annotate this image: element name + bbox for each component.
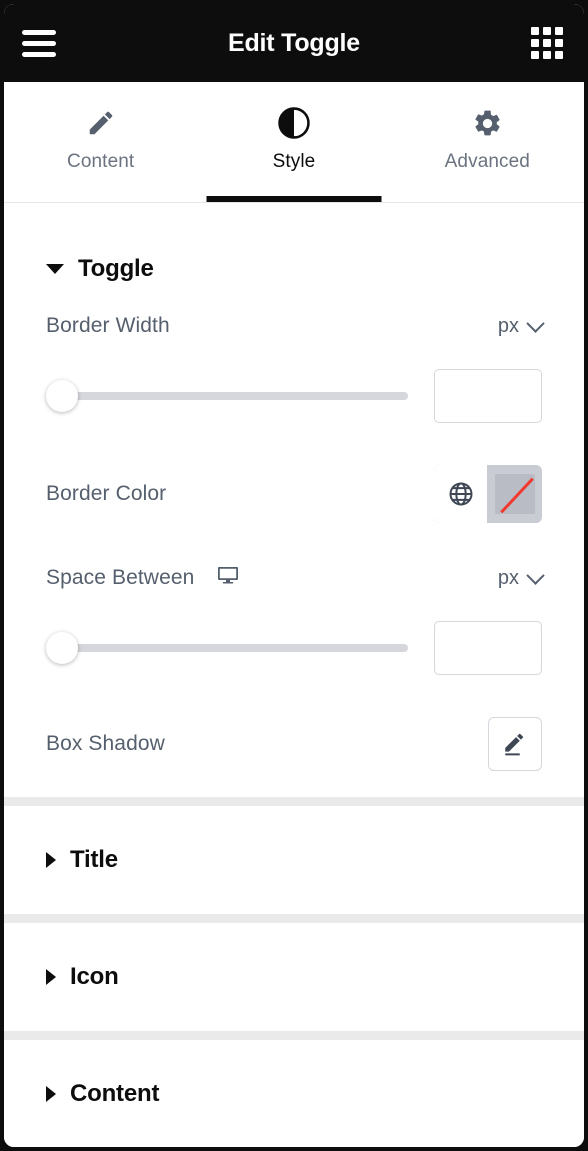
control-space-between: Space Between px [4, 561, 584, 675]
slider-handle[interactable] [46, 632, 78, 664]
tab-advanced[interactable]: Advanced [391, 82, 584, 202]
space-between-slider[interactable] [46, 632, 408, 664]
caret-right-icon [46, 1086, 56, 1102]
section-title-header[interactable]: Title [4, 806, 584, 914]
section-icon-header[interactable]: Icon [4, 923, 584, 1031]
section-title: Title [4, 806, 584, 914]
hamburger-menu-icon[interactable] [18, 23, 62, 63]
panel-body: Toggle Border Width px Border Color Spac… [4, 203, 584, 1147]
desktop-monitor-icon[interactable] [216, 564, 240, 593]
slider-handle[interactable] [46, 380, 78, 412]
no-color-swatch[interactable] [487, 465, 542, 523]
space-between-unit-select[interactable]: px [497, 565, 545, 590]
section-content: Content [4, 1040, 584, 1147]
section-content-header[interactable]: Content [4, 1040, 584, 1147]
section-title-label: Title [70, 846, 118, 873]
tab-content-label: Content [67, 151, 135, 172]
control-border-width: Border Width px [4, 309, 584, 423]
section-icon: Icon [4, 923, 584, 1031]
space-between-label: Space Between [46, 566, 195, 589]
slider-track [46, 644, 408, 652]
section-toggle: Toggle Border Width px Border Color Spac… [4, 203, 584, 797]
section-divider [4, 914, 584, 923]
tab-style[interactable]: Style [197, 82, 390, 202]
box-shadow-edit-button[interactable] [488, 717, 542, 771]
border-width-unit-value: px [497, 314, 519, 337]
border-width-unit-select[interactable]: px [497, 313, 545, 338]
chevron-down-icon [526, 313, 545, 333]
section-toggle-title: Toggle [78, 255, 154, 282]
tab-bar: Content Style Advanced [4, 82, 584, 203]
section-divider [4, 797, 584, 806]
space-between-unit-value: px [497, 566, 519, 589]
section-content-label: Content [70, 1080, 160, 1107]
page-title: Edit Toggle [227, 28, 361, 57]
border-color-label: Border Color [46, 482, 167, 505]
caret-right-icon [46, 969, 56, 985]
section-icon-label: Icon [70, 963, 119, 990]
border-width-slider[interactable] [46, 380, 408, 412]
section-divider [4, 1031, 584, 1040]
control-box-shadow: Box Shadow [4, 717, 584, 771]
chevron-down-icon [526, 565, 545, 585]
tab-style-label: Style [272, 151, 316, 172]
border-width-input[interactable] [434, 369, 542, 423]
apps-grid-icon[interactable] [529, 25, 565, 61]
control-border-color: Border Color [4, 465, 584, 523]
space-between-input[interactable] [434, 621, 542, 675]
section-toggle-header[interactable]: Toggle [4, 203, 584, 309]
border-width-label: Border Width [46, 314, 170, 337]
slider-track [46, 392, 408, 400]
tab-advanced-label: Advanced [444, 151, 530, 172]
globe-icon[interactable] [434, 465, 487, 523]
caret-down-icon [46, 264, 64, 274]
pencil-icon [86, 104, 116, 142]
box-shadow-label: Box Shadow [46, 732, 165, 755]
panel-header: Edit Toggle [4, 4, 584, 82]
border-color-control [434, 465, 542, 523]
caret-right-icon [46, 852, 56, 868]
contrast-icon [277, 104, 311, 142]
edit-toggle-panel: Edit Toggle Content Style Advanced Toggl… [0, 0, 588, 1151]
tab-content[interactable]: Content [4, 82, 197, 202]
gear-icon [472, 104, 503, 142]
